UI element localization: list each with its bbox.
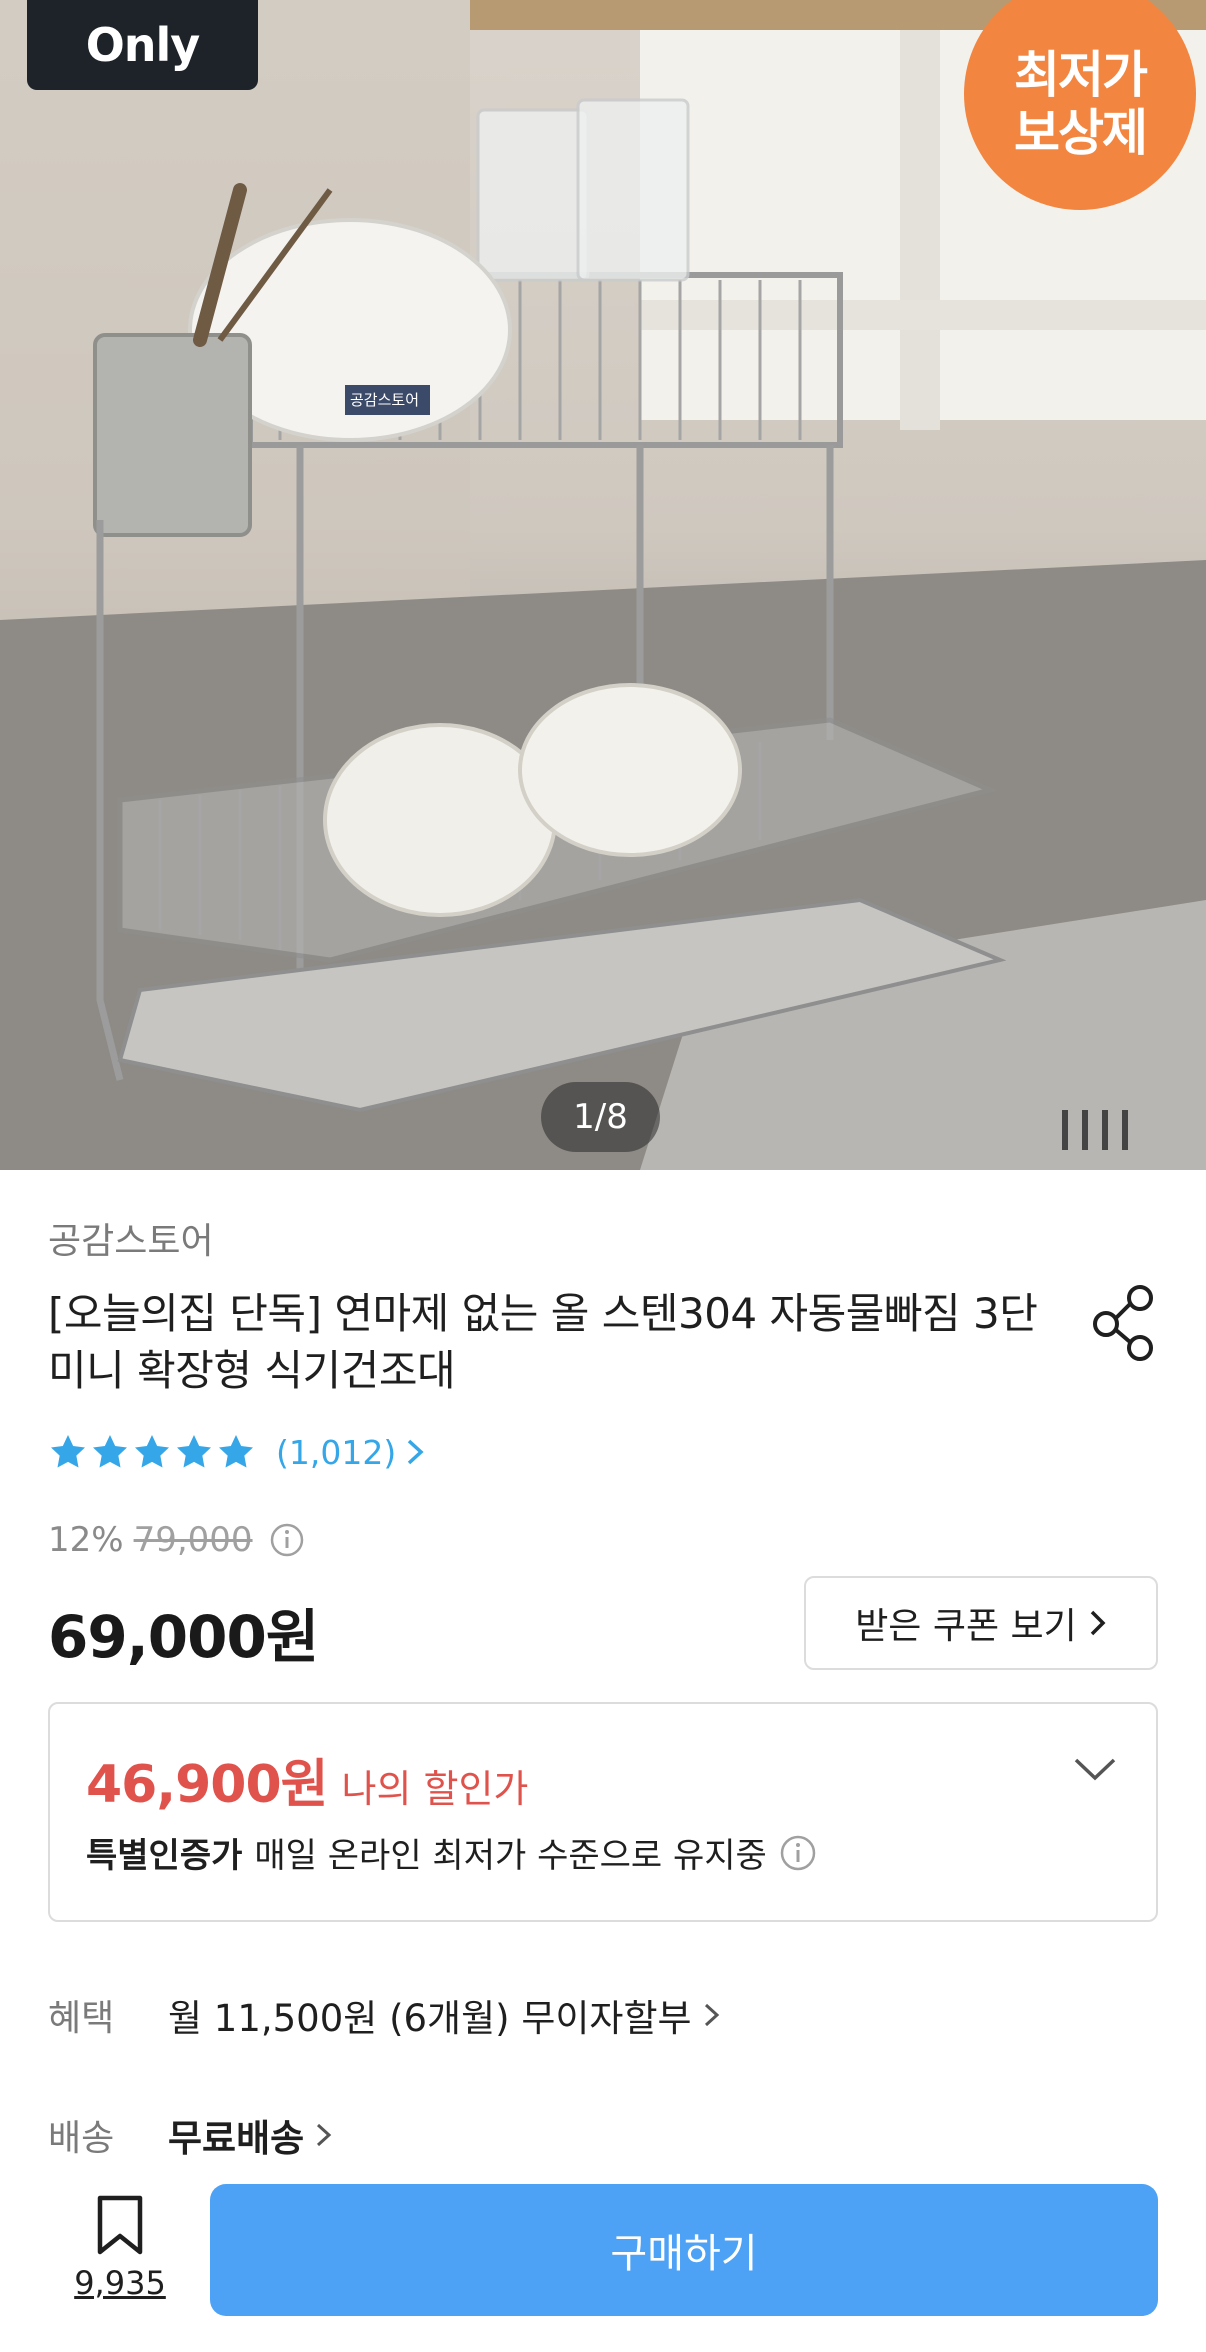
star-icon <box>135 1435 169 1468</box>
bookmark-button[interactable]: 9,935 <box>60 2194 180 2302</box>
bookmark-icon <box>97 2195 143 2255</box>
my-discount-price: 46,900원 <box>86 1755 329 1815</box>
star-icon <box>219 1435 253 1468</box>
star-icon <box>51 1435 85 1468</box>
product-title: [오늘의집 단독] 연마제 없는 올 스텐304 자동물빠짐 3단 미니 확장형… <box>48 1289 1038 1395</box>
image-counter: 1/8 <box>541 1082 660 1152</box>
chevron-down-icon[interactable] <box>1072 1754 1118 1784</box>
info-icon[interactable] <box>779 1834 817 1872</box>
special-price-text: 매일 온라인 최저가 수준으로 유지중 <box>254 1836 767 1876</box>
info-icon[interactable] <box>269 1522 305 1558</box>
lowest-price-badge-line1: 최저가 <box>1014 46 1148 104</box>
star-icon <box>177 1435 211 1468</box>
discount-rate: 12% <box>48 1520 124 1560</box>
chevron-right-icon <box>704 2003 719 2027</box>
only-badge: Only <box>27 0 258 90</box>
shipping-value: 무료배송 <box>168 2117 305 2160</box>
my-discount-price-label: 나의 할인가 <box>341 1767 529 1811</box>
buy-button[interactable]: 구매하기 <box>210 2184 1158 2316</box>
product-tag-label: 공감스토어 <box>350 391 420 409</box>
share-icon[interactable] <box>1090 1284 1158 1362</box>
benefit-label: 혜택 <box>48 1998 115 2039</box>
chevron-right-icon <box>408 1439 424 1465</box>
sale-price: 69,000원 <box>48 1603 319 1671</box>
coupon-button-label: 받은 쿠폰 보기 <box>855 1606 1077 1647</box>
star-rating <box>48 1432 256 1472</box>
product-image-gallery[interactable]: Only 최저가 보상제 공감스토어 1/8 <box>0 0 1206 1170</box>
installment-benefit: 월 11,500원 (6개월) 무이자할부 <box>168 1997 692 2040</box>
chevron-right-icon <box>1090 1610 1106 1636</box>
store-name[interactable]: 공감스토어 <box>48 1212 214 1264</box>
bookmark-count: 9,935 <box>74 2264 166 2302</box>
lowest-price-badge-line2: 보상제 <box>1014 104 1148 162</box>
star-icon <box>93 1435 127 1468</box>
my-discount-price-panel[interactable]: 46,900원 나의 할인가 특별인증가 매일 온라인 최저가 수준으로 유지중 <box>48 1702 1158 1922</box>
view-coupons-button[interactable]: 받은 쿠폰 보기 <box>804 1576 1158 1670</box>
discount-row: 12% 79,000 <box>48 1520 305 1560</box>
rating-summary[interactable]: (1,012) <box>48 1432 426 1472</box>
chevron-right-icon <box>317 2123 332 2147</box>
special-certified-price: 특별인증가 매일 온라인 최저가 수준으로 유지중 <box>86 1828 817 1877</box>
shipping-label: 배송 <box>48 2118 115 2159</box>
bottom-action-bar: 9,935 구매하기 <box>0 2160 1206 2352</box>
review-count[interactable]: (1,012) <box>276 1433 396 1472</box>
benefit-row[interactable]: 혜택 월 11,500원 (6개월) 무이자할부 <box>48 1988 722 2042</box>
original-price: 79,000 <box>133 1520 253 1560</box>
my-price-line: 46,900원 나의 할인가 <box>86 1742 528 1817</box>
shipping-row[interactable]: 배송 무료배송 <box>48 2108 334 2162</box>
special-price-tag: 특별인증가 <box>86 1836 243 1876</box>
